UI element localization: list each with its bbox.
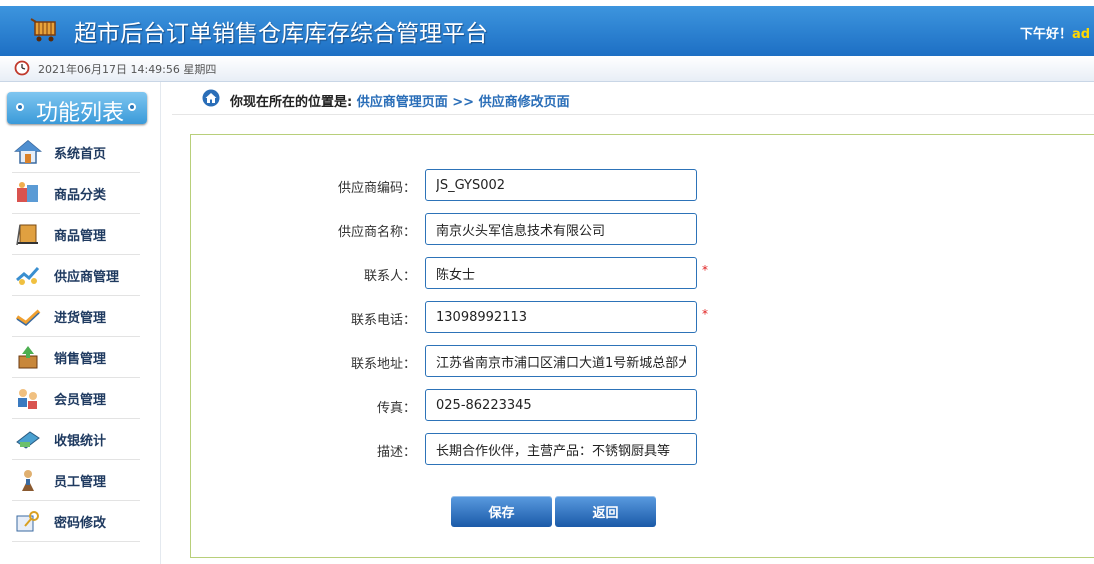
contact-address-input[interactable] <box>425 345 697 377</box>
sidebar-item-label: 商品分类 <box>54 188 107 203</box>
sidebar-item-category[interactable]: 商品分类 <box>12 173 140 214</box>
staff-icon <box>22 470 34 491</box>
clock-icon <box>14 60 30 76</box>
purchase-icon <box>15 309 41 326</box>
sidebar-item-password[interactable]: 密码修改 <box>12 501 140 542</box>
sidebar-item-label: 密码修改 <box>54 516 107 531</box>
sidebar-item-purchase[interactable]: 进货管理 <box>12 296 140 337</box>
sidebar-item-members[interactable]: 会员管理 <box>12 378 140 419</box>
save-button[interactable]: 保存 <box>451 496 552 527</box>
greeting: 下午好！ad <box>1020 23 1090 42</box>
sales-icon <box>18 346 38 369</box>
contact-address-label: 联系地址： <box>350 357 416 372</box>
description-label: 描述： <box>376 445 416 460</box>
home-icon <box>14 140 42 164</box>
breadcrumb-prefix: 你现在所在的位置是: <box>230 95 353 110</box>
dot-icon <box>16 103 24 111</box>
box-icon <box>16 224 38 246</box>
members-icon <box>18 389 37 409</box>
sidebar-item-supplier[interactable]: 供应商管理 <box>12 255 140 296</box>
sidebar-header: 功能列表 <box>7 92 147 126</box>
contact-person-row: 联系人： * <box>191 257 791 289</box>
sidebar-item-label: 供应商管理 <box>54 270 120 285</box>
category-icon <box>17 182 38 202</box>
contact-phone-label: 联系电话： <box>350 313 416 328</box>
cashier-icon <box>16 431 40 449</box>
sidebar-item-label: 销售管理 <box>54 352 107 367</box>
contact-person-label: 联系人： <box>363 269 416 284</box>
fax-label: 传真： <box>376 401 416 416</box>
sidebar-item-staff[interactable]: 员工管理 <box>12 460 140 501</box>
contact-person-input[interactable] <box>425 257 697 289</box>
sidebar-item-label: 收银统计 <box>54 434 107 449</box>
breadcrumb-path[interactable]: 供应商管理页面 >> 供应商修改页面 <box>357 95 570 110</box>
supplier-name-input[interactable] <box>425 213 697 245</box>
contact-phone-input[interactable] <box>425 301 697 333</box>
contact-phone-row: 联系电话： * <box>191 301 791 333</box>
user-name[interactable]: ad <box>1072 27 1090 42</box>
description-input[interactable] <box>425 433 697 465</box>
sidebar-item-sales[interactable]: 销售管理 <box>12 337 140 378</box>
sidebar-item-label: 商品管理 <box>54 229 107 244</box>
required-mark: * <box>702 307 708 321</box>
fax-input[interactable] <box>425 389 697 421</box>
supplier-code-row: 供应商编码： <box>191 169 791 201</box>
description-row: 描述： <box>191 433 791 465</box>
sidebar-item-cashier[interactable]: 收银统计 <box>12 419 140 460</box>
supplier-icon <box>16 266 40 285</box>
supplier-edit-form: 供应商编码： 供应商名称： 联系人： * 联系电话： * 联系地址： 传真： 描… <box>190 134 1094 558</box>
sidebar-item-label: 进货管理 <box>54 311 107 326</box>
app-header: 超市后台订单销售仓库库存综合管理平台 下午好！ad <box>0 0 1094 56</box>
breadcrumb: 你现在所在的位置是: 供应商管理页面 >> 供应商修改页面 <box>172 86 1094 115</box>
supplier-code-label: 供应商编码： <box>337 181 416 196</box>
back-button[interactable]: 返回 <box>555 496 656 527</box>
dot-icon <box>128 103 136 111</box>
supplier-name-row: 供应商名称： <box>191 213 791 245</box>
supplier-code-input[interactable] <box>425 169 697 201</box>
nav-list: 系统首页 商品分类 商品管理 供应商管理 进货管理 销售管理 会员管理 收银统计… <box>12 132 140 542</box>
password-icon <box>16 511 39 532</box>
app-title: 超市后台订单销售仓库库存综合管理平台 <box>74 21 488 47</box>
sidebar-item-label: 员工管理 <box>54 475 107 490</box>
time-bar: 2021年06月17日 14:49:56 星期四 <box>0 56 1094 82</box>
sidebar-item-label: 会员管理 <box>54 393 107 408</box>
sidebar-item-goods[interactable]: 商品管理 <box>12 214 140 255</box>
current-datetime: 2021年06月17日 14:49:56 星期四 <box>38 63 217 76</box>
required-mark: * <box>702 263 708 277</box>
sidebar-title: 功能列表 <box>36 101 125 126</box>
contact-address-row: 联系地址： <box>191 345 791 377</box>
shopping-cart-icon <box>30 18 56 42</box>
greeting-text: 下午好！ <box>1020 27 1073 42</box>
sidebar: 功能列表 系统首页 商品分类 商品管理 供应商管理 进货管理 销售管理 会员管理… <box>0 82 161 564</box>
sidebar-item-home[interactable]: 系统首页 <box>12 132 140 173</box>
sidebar-item-label: 系统首页 <box>54 147 107 162</box>
fax-row: 传真： <box>191 389 791 421</box>
supplier-name-label: 供应商名称： <box>337 225 416 240</box>
breadcrumb-text: 你现在所在的位置是: 供应商管理页面 >> 供应商修改页面 <box>230 91 570 110</box>
home-icon <box>202 89 220 107</box>
